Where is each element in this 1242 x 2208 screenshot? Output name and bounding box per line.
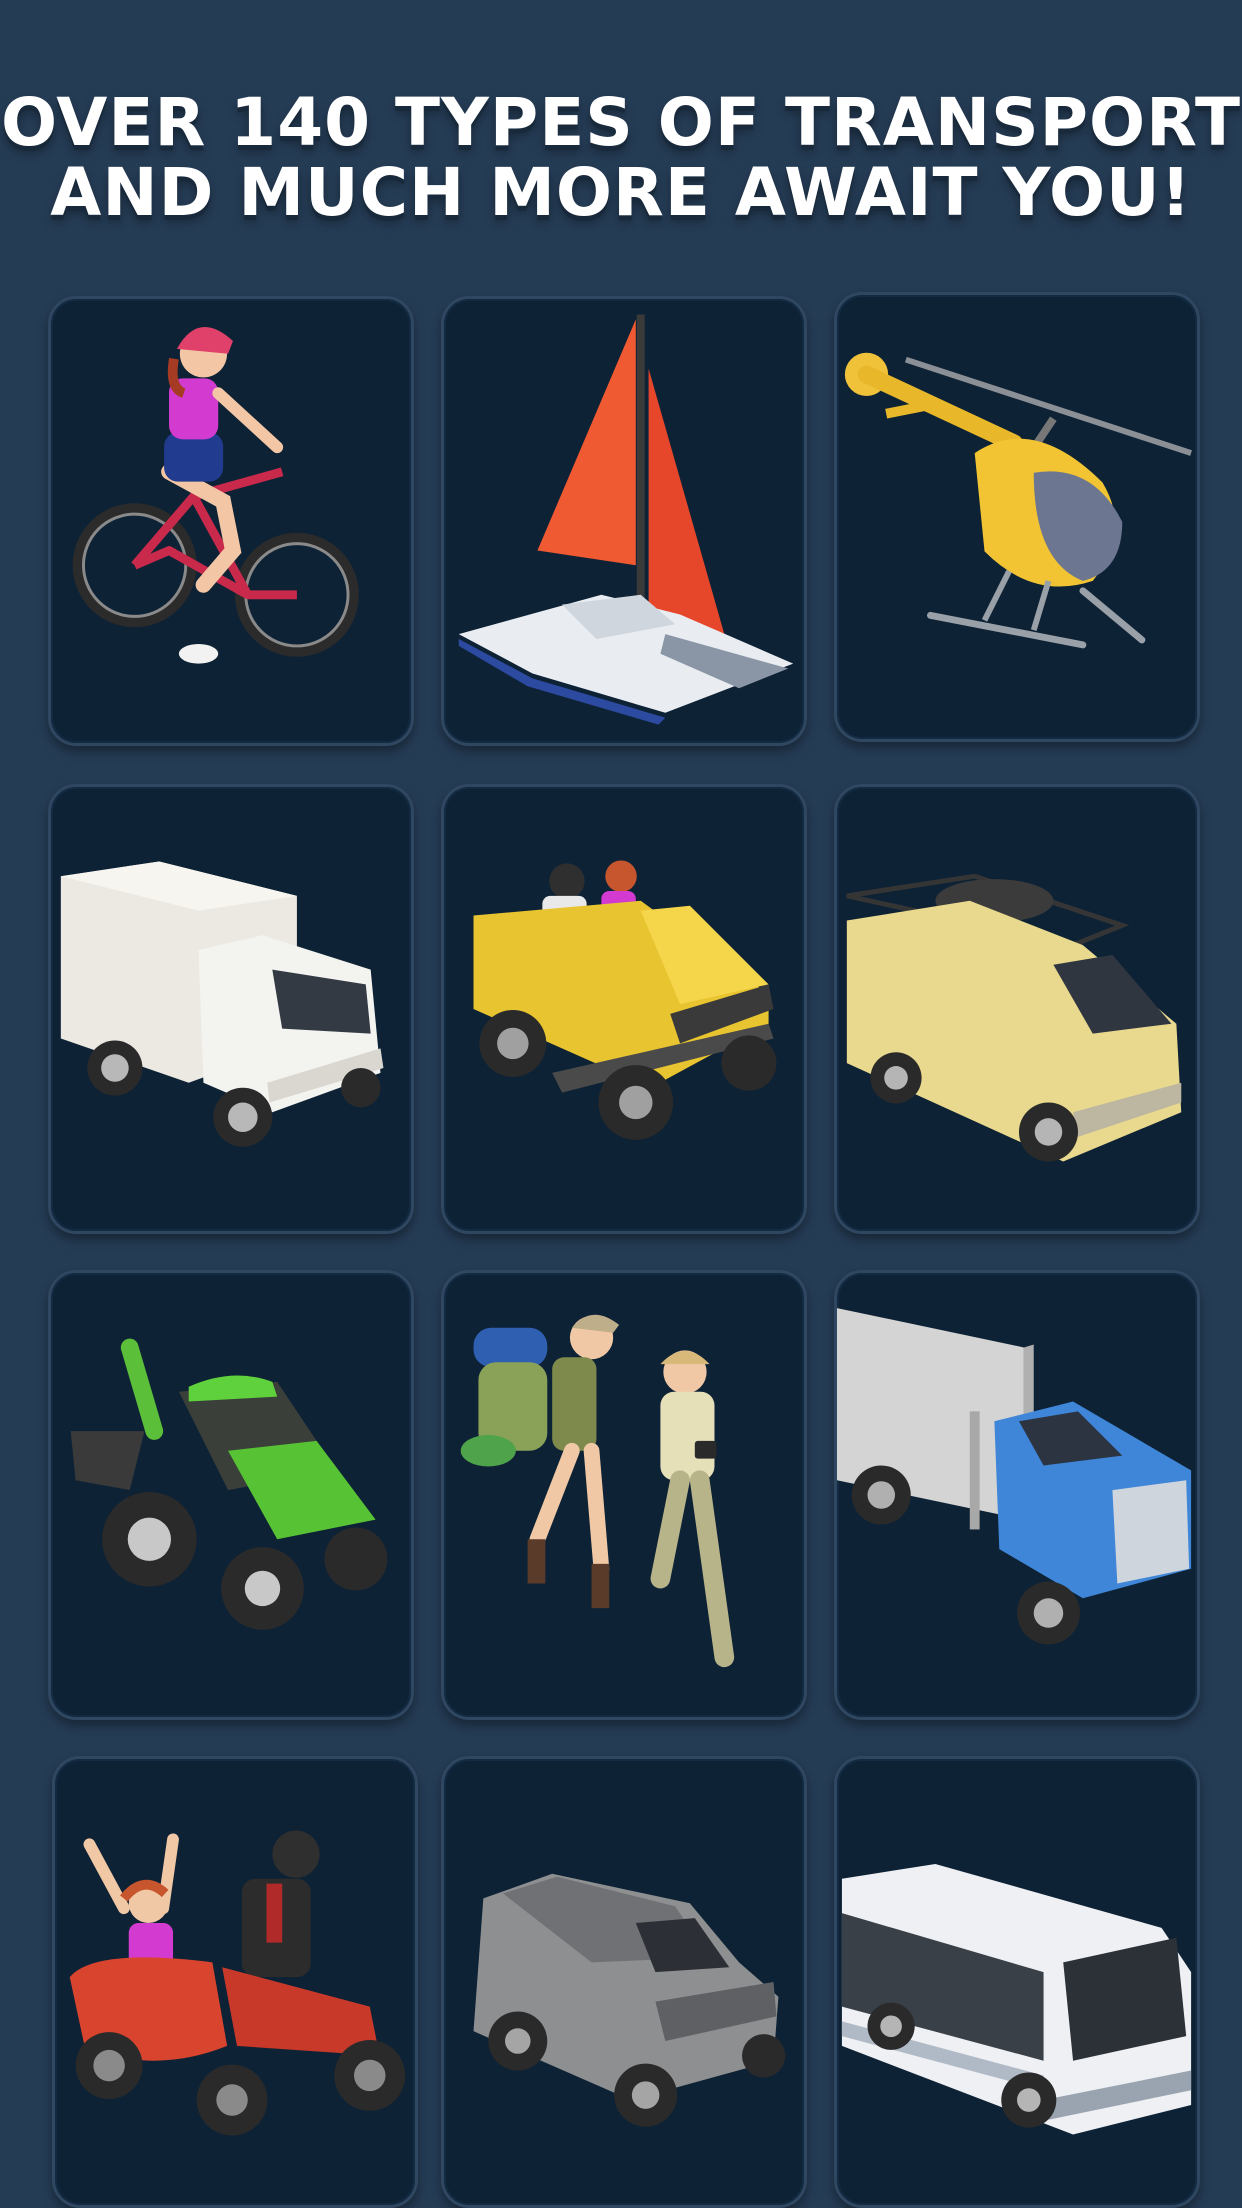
promo-headline: OVER 140 TYPES OF TRANSPORT AND MUCH MOR… [0,88,1242,228]
hikers-walking-icon [460,1314,735,1668]
box-truck-icon [60,861,384,1147]
catamaran-sailboat-icon [458,314,794,725]
tractor-backhoe-icon [70,1338,388,1630]
helicopter-icon [844,352,1193,649]
transport-card-motorcycle-sidecar[interactable] [52,1756,418,2208]
transport-card-catamaran[interactable] [441,296,807,746]
headline-line-2: AND MUCH MORE AWAIT YOU! [50,154,1192,231]
jeep-offroad-icon [473,860,777,1140]
camper-van-icon [846,873,1182,1162]
transport-card-bus[interactable] [834,1756,1200,2208]
transport-card-semi-truck[interactable] [834,1270,1200,1720]
suv-car-icon [473,1873,786,2127]
transport-card-tractor[interactable] [48,1270,414,1720]
city-bus-icon [841,1863,1192,2135]
transport-card-camper-van[interactable] [834,784,1200,1234]
transport-card-jeep[interactable] [441,784,807,1234]
transport-card-suv[interactable] [441,1756,807,2208]
transport-card-box-truck[interactable] [48,784,414,1234]
motorcycle-sidecar-icon [69,1830,406,2136]
transport-card-helicopter[interactable] [834,292,1200,742]
semi-truck-icon [837,1308,1192,1645]
bicycle-rider-icon [72,327,359,664]
transport-card-hikers[interactable] [441,1270,807,1720]
headline-line-1: OVER 140 TYPES OF TRANSPORT [0,84,1242,161]
transport-card-bicycle[interactable] [48,296,414,746]
